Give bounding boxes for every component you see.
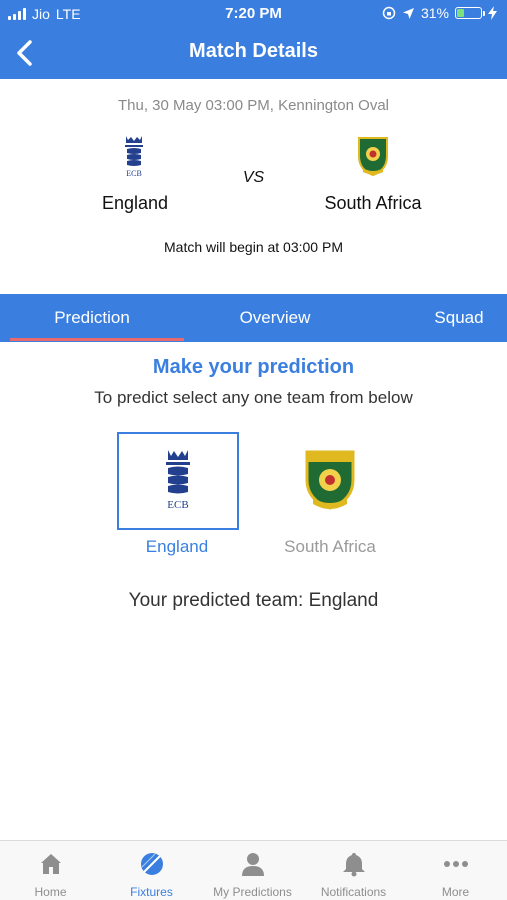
prediction-subheading: To predict select any one team from belo… (94, 388, 413, 407)
status-bar: Jio LTE 7:20 PM 31% (0, 0, 507, 28)
nav-fixtures-label: Fixtures (130, 885, 173, 899)
ecb-logo-icon: ECB (166, 450, 190, 511)
prediction-heading: Make your prediction (152, 356, 355, 378)
cricket-ball-icon (140, 853, 163, 875)
status-right: 31% (382, 5, 497, 21)
active-tab-indicator (10, 338, 184, 341)
team2-name: South Africa (324, 193, 422, 213)
rotation-lock-icon (382, 6, 396, 20)
nav-my-predictions-label: My Predictions (213, 885, 292, 899)
choose-england-button[interactable]: ECB (117, 432, 239, 530)
match-info-card: Thu, 30 May 03:00 PM, Kennington Oval EC… (0, 79, 507, 294)
tab-bar: Prediction Overview Squad (0, 294, 507, 342)
page-title: Match Details (189, 40, 318, 62)
more-dots-icon (443, 861, 468, 867)
battery-icon (455, 7, 485, 19)
location-arrow-icon (402, 7, 414, 19)
bottom-navigation: Home Fixtures My Predictions Notificatio… (0, 840, 507, 900)
match-date-venue: Thu, 30 May 03:00 PM, Kennington Oval (118, 97, 389, 114)
choose-south-africa-button[interactable] (269, 432, 391, 530)
predicted-team-text: Your predicted team: England (128, 590, 379, 611)
match-begin-text: Match will begin at 03:00 PM (164, 239, 343, 255)
nav-notifications-label: Notifications (320, 885, 387, 899)
nav-my-predictions[interactable]: My Predictions (202, 841, 303, 900)
protea-crest-icon (358, 137, 388, 177)
team1-name: England (101, 193, 169, 213)
tab-squad[interactable]: Squad (412, 294, 506, 342)
protea-crest-icon (305, 450, 355, 510)
title-bar: Match Details (0, 28, 507, 79)
vs-label: VS (242, 169, 265, 186)
bell-icon (342, 853, 365, 877)
nav-fixtures[interactable]: Fixtures (101, 841, 202, 900)
nav-notifications[interactable]: Notifications (303, 841, 404, 900)
tab-prediction[interactable]: Prediction (10, 294, 174, 342)
app-header: Jio LTE 7:20 PM 31% Match Details (0, 0, 507, 79)
ecb-logo-text: ECB (167, 499, 188, 511)
nav-home[interactable]: Home (0, 841, 101, 900)
tab-overview[interactable]: Overview (192, 294, 358, 342)
nav-home-label: Home (34, 885, 67, 899)
home-icon (40, 854, 61, 874)
choice-label-england[interactable]: England (97, 537, 257, 557)
choice-label-south-africa[interactable]: South Africa (250, 537, 410, 557)
nav-more[interactable]: More (405, 841, 506, 900)
battery-percent: 31% (420, 5, 449, 21)
user-icon (241, 853, 264, 876)
nav-more-label: More (441, 885, 470, 899)
charging-bolt-icon (488, 6, 497, 20)
